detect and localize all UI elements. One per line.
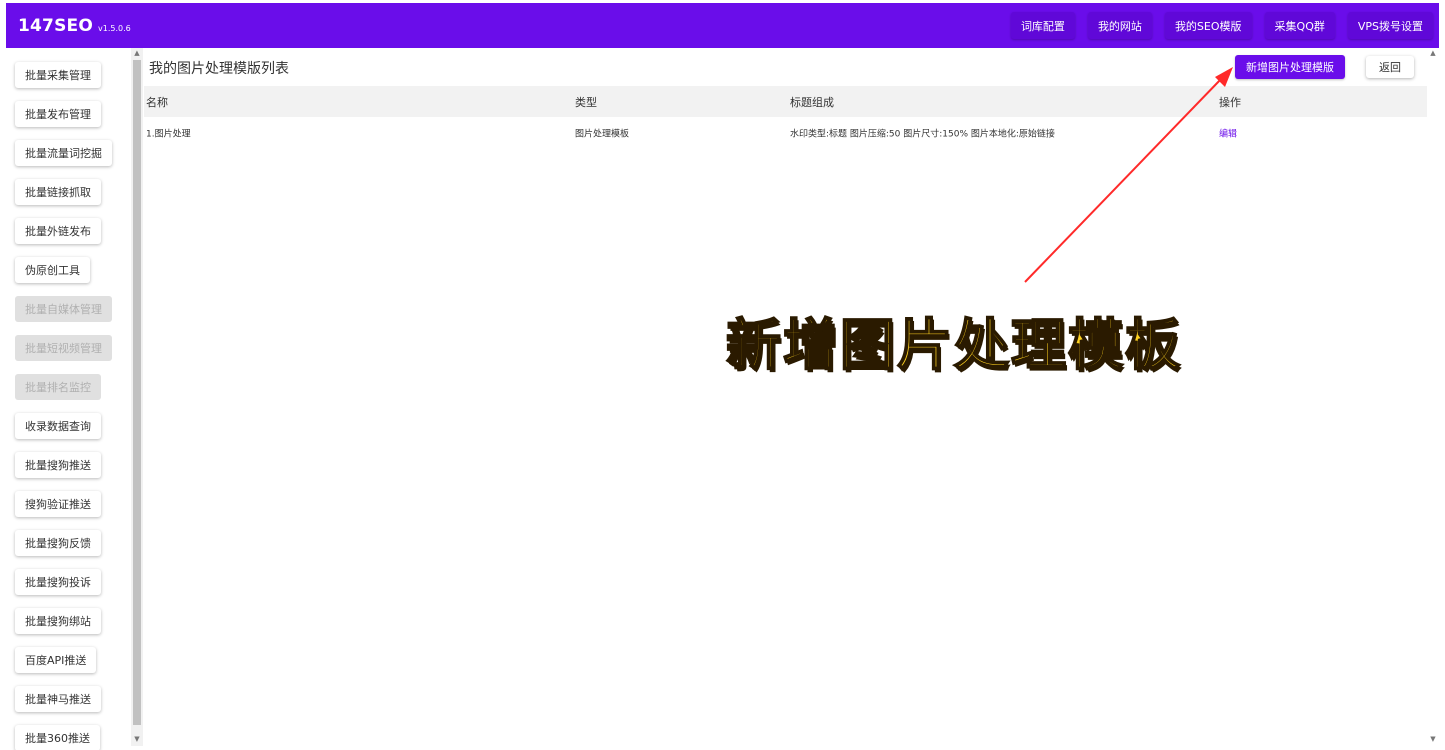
annotation-arrow-head-icon — [1215, 67, 1233, 87]
annotation-arrow — [1024, 67, 1233, 283]
annotation-arrow-line — [1024, 77, 1223, 283]
annotation-callout: 新增图片处理模板 — [725, 312, 1183, 378]
